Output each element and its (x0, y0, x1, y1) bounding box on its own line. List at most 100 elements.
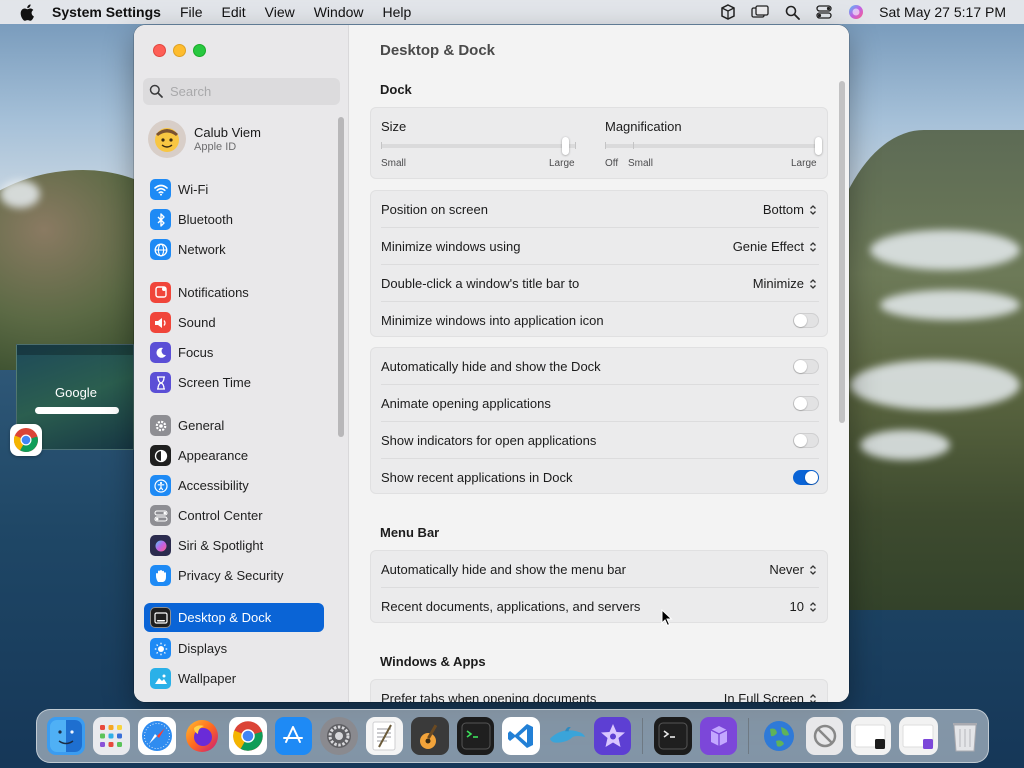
siri-icon[interactable] (847, 4, 865, 20)
magnification-slider-track[interactable] (605, 144, 819, 148)
textedit-icon[interactable] (365, 717, 404, 755)
sidebar-item-network[interactable]: Network (144, 235, 324, 264)
sidebar-item-accessibility[interactable]: Accessibility (144, 471, 324, 500)
sidebar-item-general[interactable]: General (144, 411, 324, 440)
double-click-title-bar-popup[interactable]: Minimize (753, 276, 817, 291)
wifi-icon (150, 179, 171, 200)
minimize-windows-using-popup[interactable]: Genie Effect (733, 239, 817, 254)
menu-help[interactable]: Help (383, 4, 412, 20)
spotlight-search-icon[interactable] (783, 4, 801, 20)
sidebar-item-siri-spotlight[interactable]: Siri & Spotlight (144, 531, 324, 560)
auto-hide-menu-bar-label: Automatically hide and show the menu bar (381, 562, 626, 577)
documents-stack-icon[interactable] (898, 717, 939, 755)
sidebar-item-label: Control Center (178, 508, 263, 523)
sidebar: Calub Viem Apple ID Wi-Fi Bluetooth Netw… (134, 25, 349, 702)
show-indicators-toggle[interactable] (793, 433, 819, 448)
menu-view[interactable]: View (265, 4, 295, 20)
position-on-screen-popup[interactable]: Bottom (763, 202, 817, 217)
trash-icon[interactable] (946, 717, 984, 755)
sidebar-scrollbar[interactable] (338, 117, 344, 437)
terminal-icon[interactable] (654, 717, 692, 755)
minimize-into-icon-toggle[interactable] (793, 313, 819, 328)
screen-mirroring-icon[interactable] (751, 4, 769, 20)
wallpaper-icon (150, 668, 171, 689)
dock-options-group: Position on screen Bottom Minimize windo… (370, 190, 828, 337)
popup-chevrons-icon (809, 277, 817, 290)
animate-opening-toggle[interactable] (793, 396, 819, 411)
popup-chevrons-icon (809, 563, 817, 576)
window-zoom-button[interactable] (193, 44, 206, 57)
chrome-icon[interactable] (229, 717, 267, 755)
menu-edit[interactable]: Edit (222, 4, 246, 20)
downloads-stack-icon[interactable] (851, 717, 891, 755)
box-status-icon[interactable] (719, 4, 737, 20)
menu-app-name[interactable]: System Settings (52, 4, 161, 20)
auto-hide-dock-toggle[interactable] (793, 359, 819, 374)
double-click-title-bar-label: Double-click a window's title bar to (381, 276, 580, 291)
utm-icon[interactable] (699, 717, 738, 755)
sidebar-item-notifications[interactable]: Notifications (144, 278, 324, 307)
system-settings-icon[interactable] (320, 717, 358, 755)
dock-size-group: Size Small Large Magnification Off Small… (370, 107, 828, 179)
sidebar-item-label: Desktop & Dock (178, 610, 272, 625)
sidebar-item-control-center[interactable]: Control Center (144, 501, 324, 530)
apple-id-account[interactable]: Calub Viem Apple ID (148, 119, 338, 159)
sidebar-item-sound[interactable]: Sound (144, 308, 324, 337)
search-input[interactable] (170, 84, 330, 99)
sidebar-item-desktop-dock[interactable]: Desktop & Dock (144, 603, 324, 632)
size-slider-tick (381, 142, 382, 149)
auto-hide-menu-bar-popup[interactable]: Never (769, 562, 817, 577)
popup-value: Bottom (762, 202, 804, 217)
position-on-screen-label: Position on screen (381, 202, 488, 217)
launchpad-icon[interactable] (92, 717, 131, 755)
terminal-icon[interactable] (456, 717, 495, 755)
auto-hide-dock-label: Automatically hide and show the Dock (381, 359, 601, 374)
sidebar-item-appearance[interactable]: Appearance (144, 441, 324, 470)
menu-window[interactable]: Window (314, 4, 364, 20)
sidebar-item-privacy-security[interactable]: Privacy & Security (144, 561, 324, 590)
size-slider-thumb[interactable] (562, 137, 570, 155)
recent-documents-label: Recent documents, applications, and serv… (381, 599, 641, 614)
apple-menu-icon[interactable] (18, 3, 36, 21)
position-on-screen-row: Position on screen Bottom (371, 191, 829, 228)
toggle-knob (794, 397, 807, 410)
size-slider-track[interactable] (381, 144, 576, 148)
content-scrollbar[interactable] (839, 81, 845, 423)
search-icon (149, 84, 165, 100)
recent-documents-popup[interactable]: 10 (790, 599, 817, 614)
sidebar-item-label: Wallpaper (178, 671, 237, 686)
menu-bar-clock[interactable]: Sat May 27 5:17 PM (879, 4, 1006, 20)
app-store-icon[interactable] (274, 717, 313, 755)
dolphin-emulator-icon[interactable] (548, 717, 586, 755)
toggle-knob (794, 434, 807, 447)
garageband-icon[interactable] (411, 717, 449, 755)
chrome-icon[interactable] (10, 424, 42, 456)
sidebar-item-wifi[interactable]: Wi-Fi (144, 175, 324, 204)
mouse-cursor (661, 608, 673, 627)
internet-globe-icon[interactable] (760, 717, 798, 755)
show-recent-apps-toggle[interactable] (793, 470, 819, 485)
window-close-button[interactable] (153, 44, 166, 57)
firefox-icon[interactable] (184, 717, 222, 755)
imovie-icon[interactable] (593, 717, 632, 755)
prefer-tabs-popup[interactable]: In Full Screen (724, 691, 817, 702)
menu-file[interactable]: File (180, 4, 203, 20)
control-center-icon[interactable] (815, 4, 833, 20)
popup-value: Never (769, 562, 804, 577)
sidebar-item-screen-time[interactable]: Screen Time (144, 368, 324, 397)
bluetooth-icon (150, 209, 171, 230)
sidebar-search[interactable] (143, 78, 340, 105)
finder-icon[interactable] (47, 717, 85, 755)
window-minimize-button[interactable] (173, 44, 186, 57)
appearance-icon (150, 445, 171, 466)
safari-icon[interactable] (138, 717, 176, 755)
preview-no-icon[interactable] (805, 717, 844, 755)
sidebar-item-bluetooth[interactable]: Bluetooth (144, 205, 324, 234)
sidebar-item-wallpaper[interactable]: Wallpaper (144, 664, 324, 693)
vscode-icon[interactable] (502, 717, 540, 755)
sidebar-item-displays[interactable]: Displays (144, 634, 324, 663)
sidebar-item-focus[interactable]: Focus (144, 338, 324, 367)
prefer-tabs-row: Prefer tabs when opening documents In Fu… (371, 680, 829, 702)
magnification-slider-thumb[interactable] (815, 137, 822, 155)
dock-toggles-group: Automatically hide and show the Dock Ani… (370, 347, 828, 494)
